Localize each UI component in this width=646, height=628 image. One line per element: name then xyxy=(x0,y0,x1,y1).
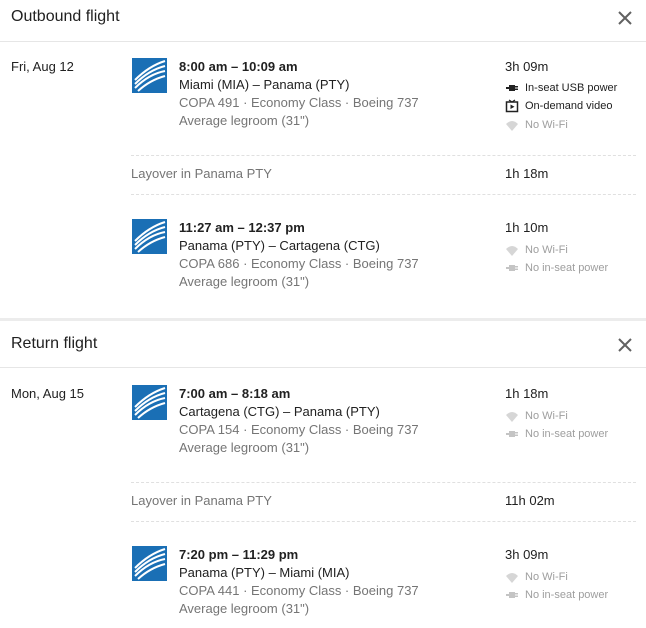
layover-duration: 1h 18m xyxy=(505,166,549,181)
layover-label: Layover in Panama PTY xyxy=(131,493,272,508)
layover-duration: 11h 02m xyxy=(505,493,555,508)
outbound-date: Fri, Aug 12 xyxy=(11,59,74,74)
flight-time: 7:00 am – 8:18 am xyxy=(179,386,291,401)
amenity-label: In-seat USB power xyxy=(525,82,618,94)
flight-legroom: Average legroom (31") xyxy=(179,440,310,455)
flight-legroom: Average legroom (31") xyxy=(179,274,310,289)
flight-info: COPA 154 · Economy Class · Boeing 737 xyxy=(179,422,419,437)
amenity-wifi: No Wi-Fi xyxy=(505,570,568,584)
layover-label: Layover in Panama PTY xyxy=(131,166,272,181)
divider xyxy=(131,194,636,195)
airline-logo xyxy=(132,546,167,581)
close-icon[interactable] xyxy=(617,10,633,26)
outbound-panel: Outbound flight Fri, Aug 12 8:00 am – 10… xyxy=(0,0,646,318)
airline-logo xyxy=(132,385,167,420)
flight-route: Panama (PTY) – Cartagena (CTG) xyxy=(179,238,380,253)
amenity-label: No in-seat power xyxy=(525,428,609,440)
flight-duration: 1h 10m xyxy=(505,220,549,235)
amenity-power: No in-seat power xyxy=(505,427,608,441)
video-icon xyxy=(505,99,519,113)
wifi-icon xyxy=(505,118,519,132)
amenity-label: No in-seat power xyxy=(525,262,609,274)
return-panel: Return flight Mon, Aug 15 7:00 am – 8:18… xyxy=(0,321,646,628)
amenity-label: No in-seat power xyxy=(525,589,609,601)
amenity-wifi: No Wi-Fi xyxy=(505,409,568,423)
amenity-wifi: No Wi-Fi xyxy=(505,243,568,257)
flight-info: COPA 491 · Economy Class · Boeing 737 xyxy=(179,95,419,110)
flight-time: 11:27 am – 12:37 pm xyxy=(179,220,305,235)
return-date: Mon, Aug 15 xyxy=(11,386,84,401)
flight-info: COPA 441 · Economy Class · Boeing 737 xyxy=(179,583,419,598)
divider xyxy=(131,155,636,156)
power-plug-icon xyxy=(505,261,519,275)
amenity-power: No in-seat power xyxy=(505,588,608,602)
outbound-title: Outbound flight xyxy=(11,8,120,25)
amenity-label: No Wi-Fi xyxy=(525,119,568,131)
flight-duration: 3h 09m xyxy=(505,59,549,74)
airline-logo xyxy=(132,58,167,93)
flight-info: COPA 686 · Economy Class · Boeing 737 xyxy=(179,256,419,271)
flight-route: Cartagena (CTG) – Panama (PTY) xyxy=(179,404,380,419)
outbound-header: Outbound flight xyxy=(0,0,646,42)
flight-duration: 3h 09m xyxy=(505,547,549,562)
amenity-wifi: No Wi-Fi xyxy=(505,118,568,132)
amenity-label: On-demand video xyxy=(525,100,613,112)
wifi-icon xyxy=(505,409,519,423)
amenity-label: No Wi-Fi xyxy=(525,571,568,583)
flight-route: Miami (MIA) – Panama (PTY) xyxy=(179,77,350,92)
close-icon[interactable] xyxy=(617,337,633,353)
flight-route: Panama (PTY) – Miami (MIA) xyxy=(179,565,350,580)
divider xyxy=(131,482,636,483)
wifi-icon xyxy=(505,570,519,584)
power-plug-icon xyxy=(505,81,519,95)
amenity-label: No Wi-Fi xyxy=(525,244,568,256)
divider xyxy=(131,521,636,522)
wifi-icon xyxy=(505,243,519,257)
airline-logo xyxy=(132,219,167,254)
flight-legroom: Average legroom (31") xyxy=(179,113,310,128)
amenity-label: No Wi-Fi xyxy=(525,410,568,422)
flight-time: 7:20 pm – 11:29 pm xyxy=(179,547,299,562)
flight-duration: 1h 18m xyxy=(505,386,549,401)
flight-time: 8:00 am – 10:09 am xyxy=(179,59,298,74)
return-title: Return flight xyxy=(11,335,98,352)
amenity-power: No in-seat power xyxy=(505,261,608,275)
flight-legroom: Average legroom (31") xyxy=(179,601,310,616)
return-header: Return flight xyxy=(0,321,646,368)
power-plug-icon xyxy=(505,427,519,441)
amenity-usb-power: In-seat USB power xyxy=(505,81,617,95)
power-plug-icon xyxy=(505,588,519,602)
amenity-video: On-demand video xyxy=(505,99,612,113)
